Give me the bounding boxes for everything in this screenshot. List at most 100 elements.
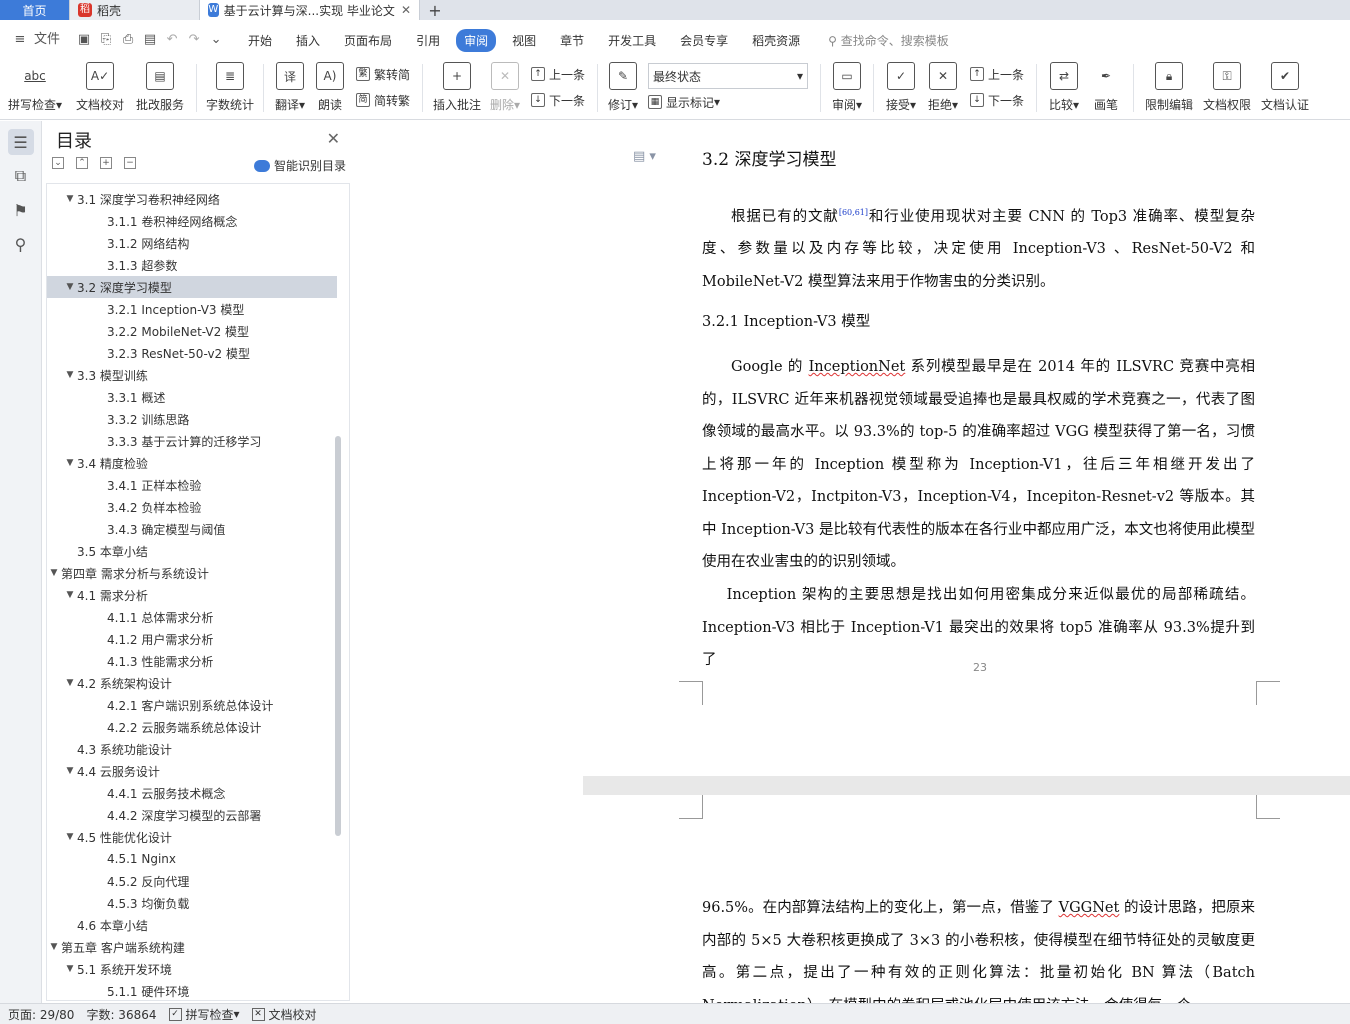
bookmark-icon[interactable]: ⚑ xyxy=(8,197,34,223)
chevron-down-icon[interactable]: ▼ xyxy=(63,678,77,688)
toc-item[interactable]: 5.1.1 硬件环境 xyxy=(47,980,337,1000)
toc-item[interactable]: 3.2.2 MobileNet-V2 模型 xyxy=(47,320,337,342)
toc-item[interactable]: ▼ 3.4 精度检验 xyxy=(47,452,337,474)
tab-daoke[interactable]: 稻稻壳 xyxy=(70,0,200,20)
chevron-down-icon[interactable]: ▼ xyxy=(63,194,77,204)
chevron-down-icon[interactable]: ▼ xyxy=(63,282,77,292)
toc-item[interactable]: 3.3.1 概述 xyxy=(47,386,337,408)
toc-item[interactable]: 4.4.2 深度学习模型的云部署 xyxy=(47,804,337,826)
review-pane-button[interactable]: ▭ 审阅▾ xyxy=(827,58,867,116)
reject-button[interactable]: ✕ 拒绝▾ xyxy=(922,58,964,116)
menu-dev-tools[interactable]: 开发工具 xyxy=(600,29,664,52)
toc-item[interactable]: 4.4.1 云服务技术概念 xyxy=(47,782,337,804)
toc-item[interactable]: ▼ 4.5 性能优化设计 xyxy=(47,826,337,848)
toc-item[interactable]: 4.1.3 性能需求分析 xyxy=(47,650,337,672)
spelling-error[interactable]: InceptionNet xyxy=(809,359,906,375)
page-indicator[interactable]: 页面: 29/80 xyxy=(8,1006,74,1023)
remove-entry-icon[interactable]: − xyxy=(124,157,136,169)
toc-item[interactable]: 3.3.2 训练思路 xyxy=(47,408,337,430)
citation-link[interactable]: [60,61] xyxy=(839,208,868,217)
save-icon[interactable]: ▣ xyxy=(76,32,92,48)
add-entry-icon[interactable]: + xyxy=(100,157,112,169)
restrict-edit-button[interactable]: 🔒︎ 限制编辑 xyxy=(1140,58,1198,116)
tab-document[interactable]: W 基于云计算与深...实现 毕业论文 ✕ xyxy=(200,0,420,20)
page-menu-icon[interactable]: ▤ ▾ xyxy=(633,149,656,164)
menu-review[interactable]: 审阅 xyxy=(456,28,497,52)
toc-item[interactable]: ▼ 4.1 需求分析 xyxy=(47,584,337,606)
word-count-indicator[interactable]: 字数: 36864 xyxy=(86,1006,156,1023)
collapse-all-icon[interactable]: ⌄ xyxy=(52,157,64,169)
expand-all-icon[interactable]: ⌃ xyxy=(76,157,88,169)
command-search[interactable]: ⚲ 查找命令、搜索模板 xyxy=(828,32,949,49)
toc-item[interactable]: ▼ 4.4 云服务设计 xyxy=(47,760,337,782)
toc-item[interactable]: 3.5 本章小结 xyxy=(47,540,337,562)
doc-proof-button[interactable]: A✓ 文档校对 xyxy=(70,58,130,116)
toc-item[interactable]: 4.3 系统功能设计 xyxy=(47,738,337,760)
chapter-nav-icon[interactable]: ⧉ xyxy=(8,163,34,189)
show-markup-button[interactable]: ▦ 显示标记 ▾ xyxy=(648,89,808,115)
spell-check-button[interactable]: abc 拼写检查▾ xyxy=(0,58,70,116)
toc-item[interactable]: 4.1.1 总体需求分析 xyxy=(47,606,337,628)
menu-page-layout[interactable]: 页面布局 xyxy=(336,29,400,52)
read-aloud-button[interactable]: A) 朗读 xyxy=(310,58,350,116)
chevron-down-icon[interactable]: ▼ xyxy=(63,370,77,380)
toc-item[interactable]: ▼ 3.2 深度学习模型 xyxy=(47,276,337,298)
prev-change-button[interactable]: ↑ 上一条 xyxy=(970,61,1024,87)
customize-toolbar-icon[interactable]: ⌄ xyxy=(208,32,224,48)
toc-item[interactable]: 3.4.3 确定模型与阈值 xyxy=(47,518,337,540)
menu-daoke-resources[interactable]: 稻壳资源 xyxy=(744,29,808,52)
toc-item[interactable]: 4.1.2 用户需求分析 xyxy=(47,628,337,650)
smart-toc-button[interactable]: 智能识别目录 xyxy=(253,157,346,174)
toc-item[interactable]: 4.2.2 云服务端系统总体设计 xyxy=(47,716,337,738)
toc-item[interactable]: 3.2.1 Inception-V3 模型 xyxy=(47,298,337,320)
menu-chapter[interactable]: 章节 xyxy=(552,29,592,52)
simp-to-trad-button[interactable]: 简简转繁 xyxy=(356,87,410,113)
toc-item[interactable]: 4.5.2 反向代理 xyxy=(47,870,337,892)
batch-service-button[interactable]: ▤ 批改服务 xyxy=(130,58,190,116)
chevron-down-icon[interactable]: ▼ xyxy=(63,964,77,974)
chevron-down-icon[interactable]: ▼ xyxy=(47,568,61,578)
chevron-down-icon[interactable]: ▼ xyxy=(63,590,77,600)
toc-item[interactable]: ▼ 4.2 系统架构设计 xyxy=(47,672,337,694)
delete-comment-button[interactable]: ✕ 删除▾ xyxy=(485,58,525,116)
toc-item[interactable]: ▼ 3.3 模型训练 xyxy=(47,364,337,386)
translate-button[interactable]: 译翻译▾ xyxy=(270,58,310,116)
toc-item[interactable]: ▼ 5.1 系统开发环境 xyxy=(47,958,337,980)
toc-item[interactable]: 3.1.1 卷积神经网络概念 xyxy=(47,210,337,232)
find-icon[interactable]: ⚲ xyxy=(8,231,34,257)
chevron-down-icon[interactable]: ▼ xyxy=(47,942,61,952)
insert-comment-button[interactable]: + 插入批注 xyxy=(429,58,485,116)
toc-item[interactable]: 3.4.2 负样本检验 xyxy=(47,496,337,518)
chevron-down-icon[interactable]: ▼ xyxy=(63,832,77,842)
file-menu[interactable]: ≡ 文件 xyxy=(12,32,66,48)
menu-member[interactable]: 会员专享 xyxy=(672,29,736,52)
doc-cert-button[interactable]: ✔ 文档认证 xyxy=(1256,58,1314,116)
export-pdf-icon[interactable]: ⎘ xyxy=(98,32,114,48)
undo-icon[interactable]: ↶ xyxy=(164,32,180,48)
display-state-select[interactable]: 最终状态 ▾ xyxy=(648,63,809,89)
status-spell-check[interactable]: ✓ 拼写检查 ▾ xyxy=(168,1006,240,1023)
status-doc-proof[interactable]: ✕ 文档校对 xyxy=(251,1006,317,1023)
toc-item[interactable]: 4.2.1 客户端识别系统总体设计 xyxy=(47,694,337,716)
toc-item[interactable]: 4.6 本章小结 xyxy=(47,914,337,936)
next-comment-button[interactable]: ↓ 下一条 xyxy=(531,87,585,113)
chevron-down-icon[interactable]: ▼ xyxy=(63,458,77,468)
accept-button[interactable]: ✓ 接受▾ xyxy=(880,58,922,116)
menu-insert[interactable]: 插入 xyxy=(288,29,328,52)
chevron-down-icon[interactable]: ▼ xyxy=(63,766,77,776)
toc-panel-icon[interactable]: ☰ xyxy=(7,129,34,155)
toc-item[interactable]: 4.5.3 均衡负载 xyxy=(47,892,337,914)
toc-item[interactable]: 3.2.3 ResNet-50-v2 模型 xyxy=(47,342,337,364)
word-count-button[interactable]: ≣ 字数统计 xyxy=(203,58,257,116)
doc-permission-button[interactable]: ⚿ 文档权限 xyxy=(1198,58,1256,116)
new-tab-button[interactable]: + xyxy=(420,0,450,20)
toc-item[interactable]: ▼ 第五章 客户端系统构建 xyxy=(47,936,337,958)
trad-to-simp-button[interactable]: 繁繁转简 xyxy=(356,61,410,87)
print-preview-icon[interactable]: ▤ xyxy=(142,32,158,48)
menu-reference[interactable]: 引用 xyxy=(408,29,448,52)
print-icon[interactable]: ⎙ xyxy=(120,32,136,48)
spelling-error[interactable]: VGGNet xyxy=(1059,900,1120,916)
prev-comment-button[interactable]: ↑ 上一条 xyxy=(531,61,585,87)
toc-item[interactable]: 3.1.3 超参数 xyxy=(47,254,337,276)
redo-icon[interactable]: ↷ xyxy=(186,32,202,48)
